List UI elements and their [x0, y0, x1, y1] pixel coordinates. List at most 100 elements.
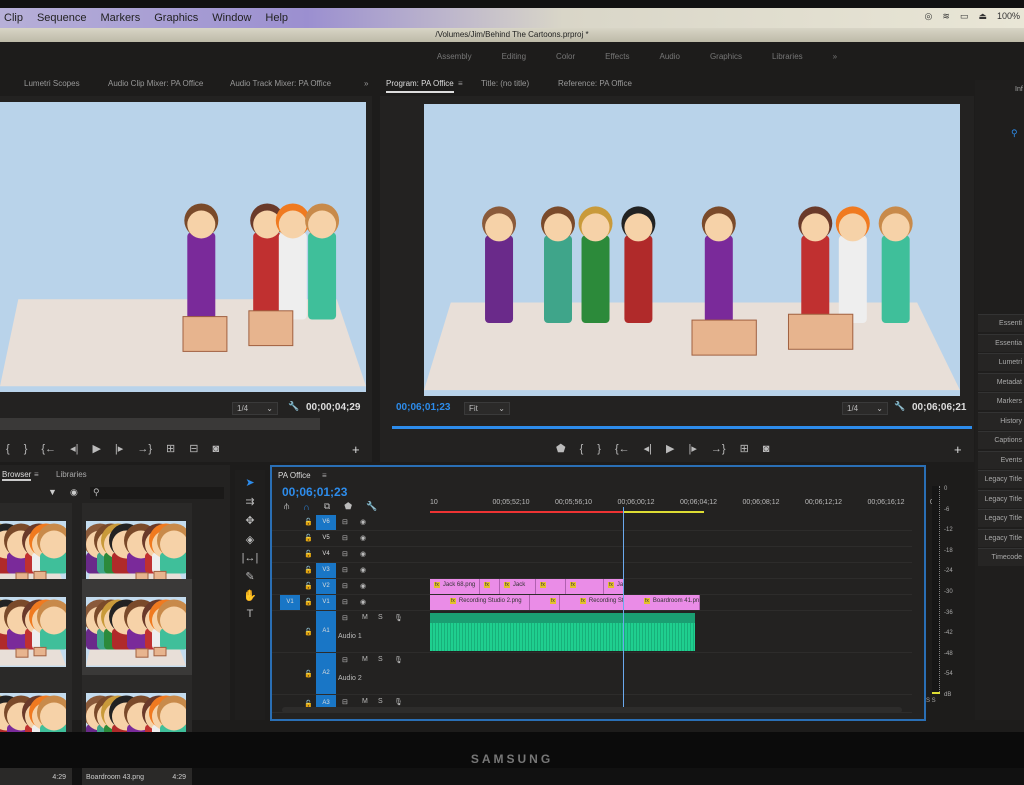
sync-lock-icon[interactable]: ⊟: [342, 614, 348, 622]
timeline-timecode[interactable]: 00;06;01;23: [282, 485, 347, 499]
microphone-icon[interactable]: 🎙: [394, 698, 403, 706]
slip-tool-icon[interactable]: |↔|: [242, 552, 259, 564]
track-select-tool-icon[interactable]: ⇉: [245, 495, 254, 508]
tab-libraries[interactable]: Libraries: [56, 470, 87, 479]
panel-menu-icon[interactable]: ≡: [34, 470, 39, 479]
microphone-icon[interactable]: 🎙: [394, 614, 403, 622]
eye-icon[interactable]: ◉: [360, 518, 366, 526]
video-clip[interactable]: fx: [530, 595, 560, 610]
right-tab[interactable]: Essenti: [978, 314, 1024, 332]
sync-lock-icon[interactable]: ⊟: [342, 534, 348, 542]
eye-icon[interactable]: ◉: [360, 598, 366, 606]
tab-program-monitor[interactable]: Program: PA Office: [386, 79, 454, 93]
lock-icon[interactable]: 🔓: [304, 550, 313, 558]
settings-wrench-icon[interactable]: 🔧: [366, 501, 377, 512]
menu-window[interactable]: Window: [212, 12, 251, 24]
video-clip[interactable]: fx Boardroom 41.png: [624, 595, 700, 610]
add-marker-icon[interactable]: ⬟: [344, 501, 352, 512]
project-item[interactable]: Boardroom 41.png4:29: [82, 579, 192, 689]
sync-lock-icon[interactable]: ⊟: [342, 550, 348, 558]
eye-icon[interactable]: ◉: [360, 582, 366, 590]
step-forward-icon[interactable]: |▸: [115, 442, 123, 455]
lock-icon[interactable]: 🔓: [304, 534, 313, 542]
go-to-out-icon[interactable]: →}: [711, 443, 726, 455]
project-item[interactable]: Boardroom 43.png 4:29: [82, 675, 192, 785]
pen-tool-icon[interactable]: ✎: [245, 570, 254, 583]
track-target[interactable]: A2: [316, 653, 336, 694]
video-clip[interactable]: fxJack 7: [604, 579, 624, 594]
lock-icon[interactable]: 🔓: [304, 566, 313, 574]
video-clip[interactable]: fx Recording Studio 2.png: [430, 595, 530, 610]
tab-title[interactable]: Title: (no title): [481, 79, 529, 88]
sync-lock-icon[interactable]: ⊟: [342, 566, 348, 574]
workspace-more[interactable]: »: [833, 52, 837, 61]
source-scrubber[interactable]: [0, 418, 320, 430]
lock-icon[interactable]: 🔓: [304, 628, 313, 636]
right-tab[interactable]: Captions: [978, 431, 1024, 449]
lock-icon[interactable]: 🔓: [304, 518, 313, 526]
wifi-icon[interactable]: ≋: [942, 11, 950, 22]
program-resolution-dropdown[interactable]: 1/4 ⌄: [842, 402, 888, 415]
add-button-icon[interactable]: +: [954, 442, 962, 457]
workspace-editing[interactable]: Editing: [502, 52, 526, 61]
track-target[interactable]: V6: [316, 515, 336, 530]
project-item[interactable]: 4:29: [0, 579, 72, 689]
video-clip[interactable]: fxRecording Studio: [560, 595, 624, 610]
mark-in-icon[interactable]: {: [580, 443, 584, 455]
track-target[interactable]: V5: [316, 531, 336, 546]
overwrite-icon[interactable]: ⊟: [189, 442, 198, 455]
go-to-in-icon[interactable]: {←: [41, 443, 56, 455]
sync-lock-icon[interactable]: ⊟: [342, 598, 348, 606]
workspace-effects[interactable]: Effects: [605, 52, 629, 61]
right-tab[interactable]: Essentia: [978, 333, 1024, 352]
right-tab[interactable]: Legacy Title: [978, 470, 1024, 488]
eye-icon[interactable]: ◉: [360, 550, 366, 558]
project-item[interactable]: 4:29: [0, 675, 72, 785]
video-clip[interactable]: fx Jack: [500, 579, 536, 594]
nest-icon[interactable]: ⫛: [284, 501, 289, 512]
track-target[interactable]: V1: [316, 595, 336, 610]
step-forward-icon[interactable]: |▸: [688, 442, 696, 455]
ripple-edit-tool-icon[interactable]: ✥: [245, 514, 254, 527]
solo-button[interactable]: S: [378, 614, 383, 621]
lock-icon[interactable]: 🔓: [304, 670, 313, 678]
right-tab[interactable]: Legacy Title: [978, 509, 1024, 527]
wrench-icon[interactable]: 🔧: [288, 401, 299, 412]
solo-button[interactable]: S: [378, 656, 383, 663]
linked-selection-icon[interactable]: ⧉: [324, 501, 330, 512]
workspace-color[interactable]: Color: [556, 52, 575, 61]
video-clip[interactable]: fx Jack 68.png: [430, 579, 480, 594]
wrench-icon[interactable]: 🔧: [894, 401, 905, 412]
tab-project-browser[interactable]: Browser: [2, 470, 32, 481]
play-icon[interactable]: ▶: [666, 442, 674, 455]
eye-icon[interactable]: ◉: [360, 566, 366, 574]
track-target[interactable]: V4: [316, 547, 336, 562]
tab-lumetri-scopes[interactable]: Lumetri Scopes: [24, 79, 80, 88]
track-target[interactable]: A1: [316, 611, 336, 652]
lock-icon[interactable]: 🔓: [304, 598, 313, 606]
tab-audio-track-mixer[interactable]: Audio Track Mixer: PA Office: [230, 79, 331, 88]
sync-lock-icon[interactable]: ⊟: [342, 656, 348, 664]
video-clip[interactable]: fx: [536, 579, 566, 594]
lift-icon[interactable]: ⊞: [740, 442, 749, 455]
hand-tool-icon[interactable]: ✋: [243, 589, 257, 602]
add-marker-icon[interactable]: ⬟: [556, 442, 566, 455]
menu-clip[interactable]: Clip: [4, 12, 23, 24]
camera-icon[interactable]: ◙: [212, 443, 219, 455]
right-tab[interactable]: Lumetri: [978, 353, 1024, 371]
video-clip[interactable]: fx: [480, 579, 500, 594]
tab-audio-clip-mixer[interactable]: Audio Clip Mixer: PA Office: [108, 79, 203, 88]
tab-reference-monitor[interactable]: Reference: PA Office: [558, 79, 632, 88]
menu-markers[interactable]: Markers: [101, 12, 141, 24]
panel-menu-icon[interactable]: ≡: [458, 79, 463, 88]
solo-button[interactable]: S: [378, 698, 383, 705]
workspace-libraries[interactable]: Libraries: [772, 52, 803, 61]
source-patch[interactable]: V1: [280, 595, 300, 610]
microphone-icon[interactable]: 🎙: [394, 656, 403, 664]
lock-icon[interactable]: 🔓: [304, 582, 313, 590]
video-clip[interactable]: fx: [566, 579, 604, 594]
eject-icon[interactable]: ⏏: [978, 11, 987, 22]
workspace-graphics[interactable]: Graphics: [710, 52, 742, 61]
right-tab[interactable]: Events: [978, 450, 1024, 469]
battery-label[interactable]: 100%: [997, 11, 1020, 22]
